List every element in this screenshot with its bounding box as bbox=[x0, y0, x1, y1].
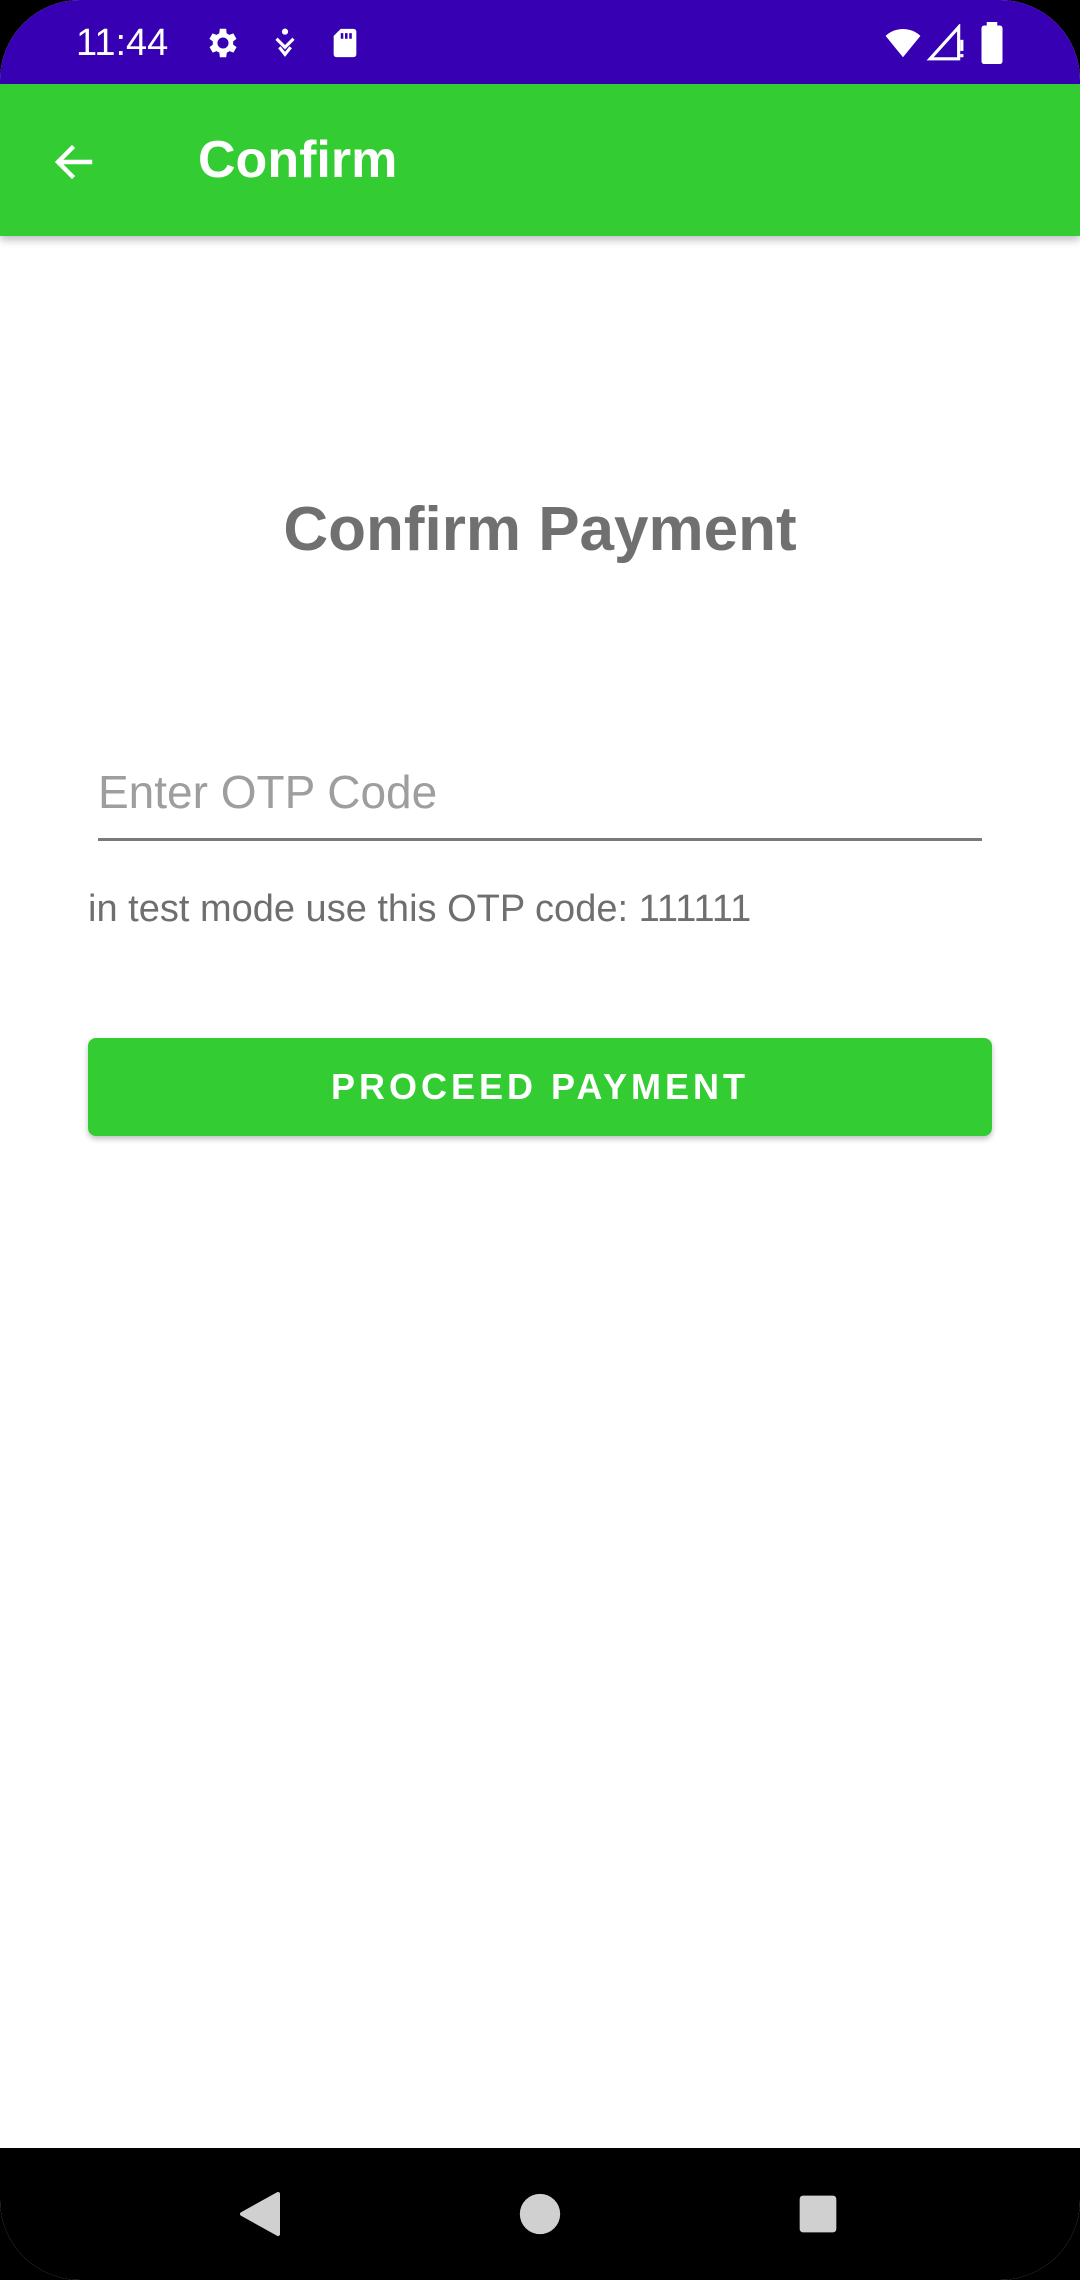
gear-icon bbox=[204, 24, 242, 67]
otp-input[interactable] bbox=[98, 750, 982, 834]
proceed-payment-button[interactable]: PROCEED PAYMENT bbox=[88, 1038, 992, 1136]
arrow-left-icon bbox=[54, 144, 93, 180]
nav-back-button[interactable] bbox=[190, 2148, 330, 2280]
back-triangle-icon bbox=[240, 2192, 280, 2236]
otp-hint-text: in test mode use this OTP code: 111111 bbox=[88, 888, 752, 930]
status-bar: 11:44 bbox=[0, 0, 1080, 84]
wifi-icon bbox=[882, 24, 924, 67]
navigation-bar bbox=[0, 2148, 1080, 2280]
recents-square-icon bbox=[799, 2195, 837, 2233]
back-button[interactable] bbox=[36, 124, 112, 200]
nav-recents-button[interactable] bbox=[748, 2148, 888, 2280]
otp-field[interactable] bbox=[98, 750, 982, 841]
screen: 11:44 Confirm Confirm Payment Enter OTP … bbox=[0, 0, 1080, 2280]
signal-alert-icon bbox=[926, 23, 966, 67]
page-heading: Confirm Payment bbox=[283, 495, 797, 564]
app-bar: Confirm bbox=[0, 84, 1080, 236]
accessibility-icon bbox=[268, 24, 302, 67]
app-bar-title: Confirm bbox=[198, 131, 398, 189]
status-time: 11:44 bbox=[76, 22, 169, 64]
battery-icon bbox=[980, 22, 1004, 69]
sd-card-icon bbox=[328, 24, 362, 67]
nav-home-button[interactable] bbox=[470, 2148, 610, 2280]
home-circle-icon bbox=[519, 2193, 561, 2235]
